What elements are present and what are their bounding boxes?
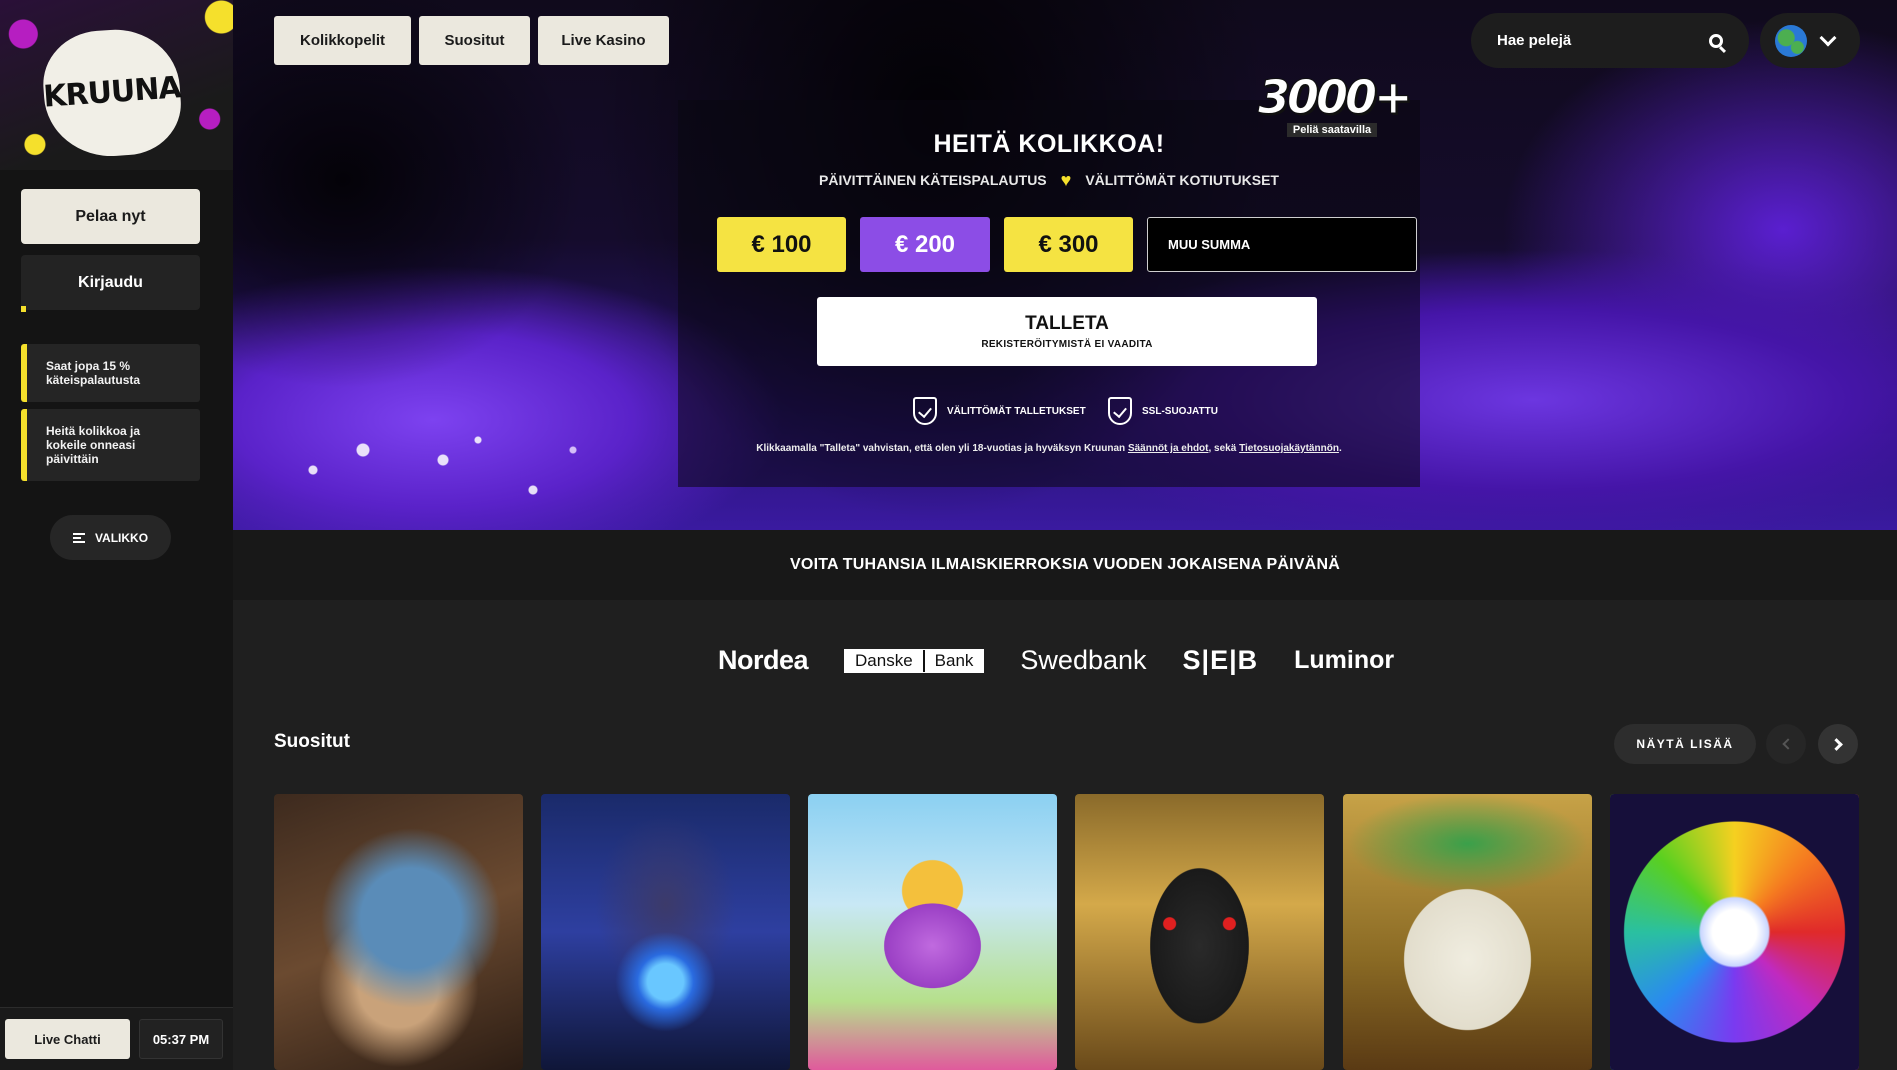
shield-check-icon bbox=[1108, 397, 1132, 425]
popular-section-title: Suositut bbox=[274, 731, 350, 752]
game-tile-starburst[interactable] bbox=[1610, 794, 1859, 1070]
game-tile-leprechaun-dog[interactable] bbox=[1343, 794, 1592, 1070]
terms-text: Klikkaamalla "Talleta" vahvistan, että o… bbox=[678, 443, 1420, 454]
carousel-prev-button[interactable] bbox=[1766, 724, 1806, 764]
search-icon[interactable] bbox=[1709, 33, 1723, 48]
sidebar: KRUUNA Pelaa nyt Kirjaudu Saat jopa 15 %… bbox=[0, 0, 233, 1070]
amount-100-button[interactable]: € 100 bbox=[717, 217, 846, 272]
games-count-badge: 3000+ Peliä saatavilla bbox=[1258, 70, 1414, 138]
deposit-sublabel: REKISTERÖITYMISTÄ EI VAADITA bbox=[981, 339, 1153, 350]
tab-popular[interactable]: Suositut bbox=[419, 16, 530, 65]
trust-instant-label: VÄLITTÖMÄT TALLETUKSET bbox=[947, 405, 1086, 417]
promo-coin-flip-text: Heitä kolikkoa ja kokeile onneasi päivit… bbox=[46, 424, 141, 466]
games-count-number: 3000+ bbox=[1258, 70, 1414, 124]
chevron-right-icon bbox=[1829, 737, 1843, 751]
terms-link[interactable]: Säännöt ja ehdot bbox=[1128, 443, 1209, 454]
trust-instant-deposits: VÄLITTÖMÄT TALLETUKSET bbox=[913, 397, 1086, 425]
other-amount-input[interactable] bbox=[1147, 217, 1417, 272]
search-placeholder: Hae pelejä bbox=[1497, 32, 1572, 49]
deposit-button[interactable]: TALLETA REKISTERÖITYMISTÄ EI VAADITA bbox=[817, 297, 1317, 366]
show-more-button[interactable]: NÄYTÄ LISÄÄ bbox=[1614, 724, 1756, 764]
game-tile-gift-box[interactable] bbox=[808, 794, 1057, 1070]
swedbank-logo: Swedbank bbox=[1020, 645, 1147, 675]
seb-logo: S|E|B bbox=[1182, 645, 1259, 675]
hero-subtitle: PÄIVITTÄINEN KÄTEISPALAUTUS ♥ VÄLITTÖMÄT… bbox=[678, 170, 1420, 190]
terms-mid: , sekä bbox=[1208, 443, 1237, 454]
chevron-left-icon bbox=[1782, 738, 1794, 750]
live-chat-button[interactable]: Live Chatti bbox=[5, 1019, 130, 1059]
login-button[interactable]: Kirjaudu bbox=[21, 255, 200, 310]
hero-splatter bbox=[293, 420, 613, 530]
carousel-next-button[interactable] bbox=[1818, 724, 1858, 764]
hero-sub-withdrawals: VÄLITTÖMÄT KOTIUTUKSET bbox=[1085, 172, 1279, 188]
bank-text: Bank bbox=[922, 649, 984, 672]
game-tile-werewolf[interactable] bbox=[274, 794, 523, 1070]
search-input[interactable]: Hae pelejä bbox=[1471, 13, 1749, 68]
danske-bank-logo: Danske Bank bbox=[844, 648, 985, 673]
promo-cashback[interactable]: Saat jopa 15 % käteispalautusta bbox=[21, 344, 200, 402]
menu-label: VALIKKO bbox=[94, 530, 149, 545]
globe-icon bbox=[1775, 24, 1807, 57]
promo-cashback-text: Saat jopa 15 % käteispalautusta bbox=[46, 359, 141, 387]
free-spins-strip: VOITA TUHANSIA ILMAISKIERROKSIA VUODEN J… bbox=[233, 530, 1897, 600]
privacy-link[interactable]: Tietosuojakäytännön bbox=[1239, 443, 1339, 454]
amount-300-button[interactable]: € 300 bbox=[1004, 217, 1133, 272]
menu-button[interactable]: VALIKKO bbox=[50, 515, 171, 560]
heart-icon: ♥ bbox=[1060, 170, 1072, 190]
promo-coin-flip[interactable]: Heitä kolikkoa ja kokeile onneasi päivit… bbox=[21, 409, 200, 481]
nordea-logo: Nordea bbox=[718, 645, 809, 675]
deposit-label: TALLETA bbox=[1025, 313, 1109, 334]
sidebar-accent bbox=[21, 306, 26, 312]
logo-text: KRUUNA bbox=[42, 70, 182, 115]
play-now-button[interactable]: Pelaa nyt bbox=[21, 189, 200, 244]
game-tile-wizard[interactable] bbox=[541, 794, 790, 1070]
tab-live-casino[interactable]: Live Kasino bbox=[538, 16, 669, 65]
language-selector[interactable] bbox=[1760, 13, 1860, 68]
trust-ssl-label: SSL-SUOJATTU bbox=[1142, 405, 1218, 417]
hero-sub-cashback: PÄIVITTÄINEN KÄTEISPALAUTUS bbox=[819, 172, 1047, 188]
terms-suffix: . bbox=[1338, 443, 1342, 454]
hero-title: HEITÄ KOLIKKOA! bbox=[933, 130, 1165, 158]
clock: 05:37 PM bbox=[139, 1019, 223, 1059]
chevron-down-icon bbox=[1819, 29, 1837, 46]
amount-200-button[interactable]: € 200 bbox=[860, 217, 990, 272]
bank-logos: Nordea Danske Bank Swedbank S|E|B Luminor bbox=[718, 645, 1394, 676]
menu-icon bbox=[72, 532, 85, 543]
game-tile-pharaoh[interactable] bbox=[1075, 794, 1324, 1070]
danske-text: Danske bbox=[855, 650, 913, 670]
shield-check-icon bbox=[913, 397, 937, 425]
terms-prefix: Klikkaamalla "Talleta" vahvistan, että o… bbox=[756, 443, 1126, 454]
tab-slots[interactable]: Kolikkopelit bbox=[274, 16, 411, 65]
trust-ssl: SSL-SUOJATTU bbox=[1108, 397, 1218, 425]
luminor-logo: Luminor bbox=[1294, 646, 1395, 674]
